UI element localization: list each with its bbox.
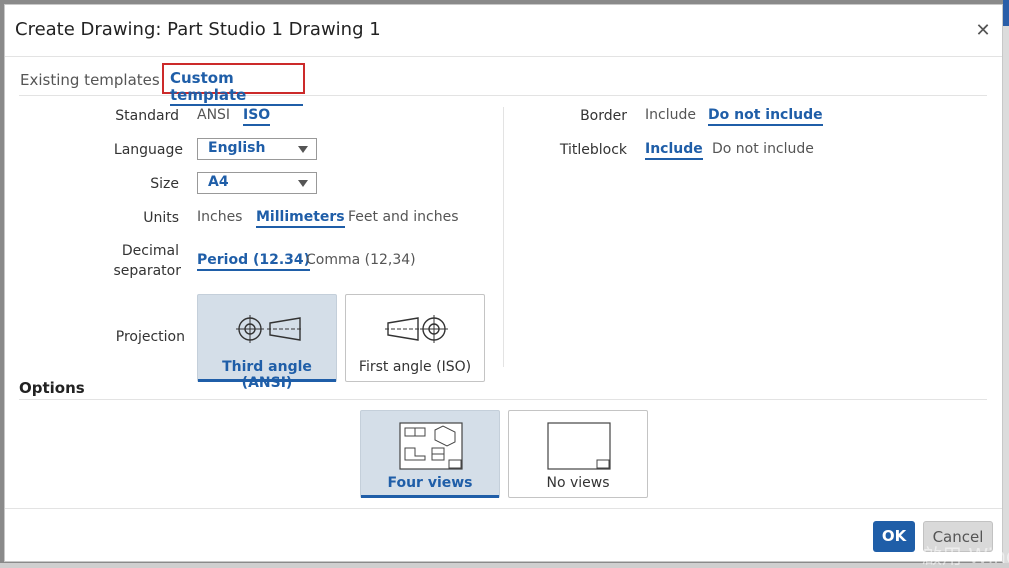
projection-first-angle-card[interactable]: First angle (ISO) bbox=[345, 294, 485, 382]
third-angle-projection-icon bbox=[236, 315, 303, 343]
decimal-option-period[interactable]: Period (12.34) bbox=[197, 252, 311, 271]
titleblock-option-include[interactable]: Include bbox=[645, 141, 703, 160]
background-toolbar-tab bbox=[1003, 0, 1009, 26]
language-label: Language bbox=[113, 142, 183, 158]
options-heading: Options bbox=[19, 379, 85, 397]
size-select[interactable]: A4 bbox=[197, 172, 317, 194]
decimal-label-line2: separator bbox=[113, 263, 181, 279]
column-divider bbox=[503, 107, 504, 367]
close-icon[interactable]: ✕ bbox=[973, 21, 993, 41]
highlight-frame: Custom template bbox=[162, 63, 305, 106]
decimal-option-comma[interactable]: Comma (12,34) bbox=[306, 252, 416, 268]
first-angle-projection-icon bbox=[385, 315, 448, 343]
no-views-card[interactable]: No views bbox=[508, 410, 648, 498]
no-views-label: No views bbox=[546, 475, 610, 491]
titleblock-option-do-not-include[interactable]: Do not include bbox=[712, 141, 814, 157]
dialog-title-bar: Create Drawing: Part Studio 1 Drawing 1 … bbox=[5, 5, 1002, 57]
units-label: Units bbox=[143, 210, 179, 226]
background-window-edge bbox=[1003, 0, 1009, 568]
units-option-inches[interactable]: Inches bbox=[197, 209, 242, 225]
dialog-title: Create Drawing: Part Studio 1 Drawing 1 bbox=[15, 19, 381, 40]
template-tabs: Existing templates Custom template bbox=[19, 63, 987, 106]
projection-third-angle-label: Third angle (ANSI) bbox=[222, 359, 312, 391]
projection-first-angle-label: First angle (ISO) bbox=[358, 359, 472, 375]
standard-option-ansi[interactable]: ANSI bbox=[197, 107, 230, 123]
border-label: Border bbox=[580, 108, 627, 124]
chevron-down-icon bbox=[298, 146, 308, 153]
four-views-card[interactable]: Four views bbox=[360, 410, 500, 498]
footer-divider bbox=[5, 508, 1002, 509]
four-views-label: Four views bbox=[387, 475, 473, 491]
selection-underline bbox=[198, 379, 336, 382]
create-drawing-dialog: Create Drawing: Part Studio 1 Drawing 1 … bbox=[4, 4, 1003, 562]
no-views-icon bbox=[547, 422, 611, 470]
chevron-down-icon bbox=[298, 180, 308, 187]
four-views-icon bbox=[399, 422, 463, 470]
projection-third-angle-card[interactable]: Third angle (ANSI) bbox=[197, 294, 337, 391]
border-option-include[interactable]: Include bbox=[645, 107, 696, 123]
standard-label: Standard bbox=[115, 108, 179, 124]
tab-existing-templates[interactable]: Existing templates bbox=[20, 71, 160, 89]
tab-custom-template[interactable]: Custom template bbox=[170, 70, 303, 106]
standard-option-iso[interactable]: ISO bbox=[243, 107, 271, 126]
selection-underline bbox=[361, 495, 499, 498]
size-label: Size bbox=[150, 176, 179, 192]
activation-watermark: 啟用 Windows bbox=[922, 544, 1009, 568]
projection-label: Projection bbox=[115, 329, 185, 345]
units-option-feet-inches[interactable]: Feet and inches bbox=[348, 209, 458, 225]
language-select[interactable]: English bbox=[197, 138, 317, 160]
decimal-label-line1: Decimal bbox=[121, 243, 179, 259]
titleblock-label: Titleblock bbox=[559, 142, 627, 158]
language-select-value: English bbox=[208, 140, 266, 156]
border-option-do-not-include[interactable]: Do not include bbox=[708, 107, 823, 126]
background-window-bottom bbox=[0, 563, 1009, 568]
units-option-millimeters[interactable]: Millimeters bbox=[256, 209, 345, 228]
size-select-value: A4 bbox=[208, 174, 229, 190]
options-divider bbox=[19, 399, 987, 400]
ok-button[interactable]: OK bbox=[873, 521, 915, 552]
